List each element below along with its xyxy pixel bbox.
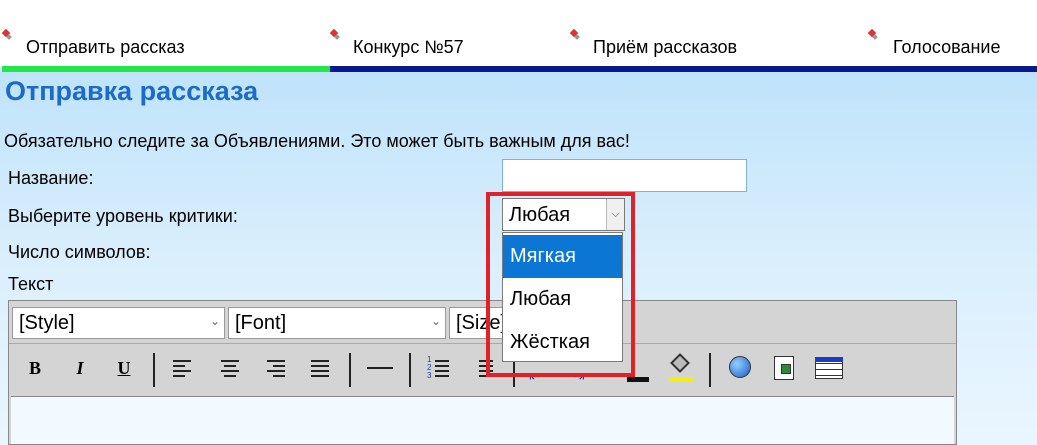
criticism-option-any[interactable]: Любая <box>503 278 622 321</box>
style-combo-value: [Style] <box>19 312 75 334</box>
font-color-button[interactable] <box>621 353 651 383</box>
image-icon-graphic <box>781 364 791 374</box>
nav-item-label: Голосование <box>893 37 1001 57</box>
chevron-down-icon: ⌄ <box>209 314 220 328</box>
underline-button[interactable]: U <box>109 353 139 383</box>
justify-button[interactable] <box>305 353 335 383</box>
align-right-icon <box>267 360 285 380</box>
nav-item-submit-story[interactable]: Отправить рассказ <box>1 28 330 68</box>
chevron-down-icon[interactable]: ⌵ <box>606 199 624 230</box>
align-center-button[interactable] <box>215 353 245 383</box>
criticism-option-soft[interactable]: Мягкая <box>503 235 622 278</box>
style-combo[interactable]: [Style] ⌄ <box>12 307 225 339</box>
table-icon-header <box>815 357 843 362</box>
bullet-icon <box>569 28 580 42</box>
insert-image-button[interactable] <box>769 353 799 383</box>
editor-text-area[interactable] <box>11 396 954 444</box>
unordered-list-button[interactable] <box>469 353 499 383</box>
text-label: Текст <box>8 274 54 294</box>
top-navigation: Отправить рассказ Конкурс №57 Приём расс… <box>0 0 1037 72</box>
nav-item-contest[interactable]: Конкурс №57 <box>329 28 570 68</box>
name-label: Название: <box>8 168 94 188</box>
page-title: Отправка рассказа <box>5 76 259 106</box>
align-center-icon <box>221 360 239 380</box>
toolbar-separator <box>709 353 711 387</box>
bold-button[interactable]: B <box>20 353 50 383</box>
ordered-list-button[interactable]: 123 <box>425 353 455 383</box>
horizontal-rule-button[interactable] <box>365 353 395 383</box>
font-color-icon <box>627 377 649 382</box>
toolbar-separator <box>349 353 351 387</box>
toolbar-divider <box>9 343 956 344</box>
nav-item-label: Конкурс №57 <box>353 37 464 57</box>
indent-icon: ⇥ <box>573 368 585 384</box>
criticism-select[interactable]: Любая ⌵ <box>502 198 625 231</box>
unordered-list-icon <box>479 360 497 380</box>
bullet-icon <box>329 28 340 42</box>
nav-item-voting[interactable]: Голосование <box>867 28 1037 68</box>
font-combo[interactable]: [Font] ⌄ <box>228 307 446 339</box>
insert-table-button[interactable] <box>813 353 843 383</box>
bullet-icon <box>867 28 878 42</box>
highlight-color-swatch-icon <box>669 377 693 382</box>
outdent-icon: ⇤ <box>529 368 541 384</box>
globe-link-icon <box>729 356 751 378</box>
notice-text: Обязательно следите за Объявлениями. Это… <box>4 131 630 151</box>
font-combo-value: [Font] <box>235 312 287 334</box>
criticism-selected-value: Любая <box>509 204 571 226</box>
char-count-label: Число символов: <box>8 242 151 262</box>
criticism-label: Выберите уровень критики: <box>8 206 238 226</box>
nav-item-label: Приём рассказов <box>593 37 738 57</box>
insert-link-button[interactable] <box>725 353 755 383</box>
nav-item-submissions[interactable]: Приём рассказов <box>569 28 867 68</box>
ordered-list-numbers-icon: 123 <box>427 355 432 380</box>
chevron-down-icon: ⌄ <box>430 314 441 328</box>
criticism-option-harsh[interactable]: Жёсткая <box>503 321 622 364</box>
italic-button[interactable]: I <box>65 353 95 383</box>
align-right-button[interactable] <box>261 353 291 383</box>
justify-icon <box>311 360 329 380</box>
align-left-button[interactable] <box>167 353 197 383</box>
ordered-list-icon <box>435 360 453 380</box>
nav-active-indicator <box>2 66 330 72</box>
highlight-color-button[interactable] <box>665 353 695 383</box>
toolbar-separator <box>153 353 155 387</box>
align-left-icon <box>173 360 191 380</box>
nav-item-label: Отправить рассказ <box>26 37 185 57</box>
name-input[interactable] <box>502 159 747 192</box>
size-combo-value: [Size] <box>456 312 507 334</box>
nav-bar <box>330 66 1037 72</box>
bullet-icon <box>1 28 12 42</box>
rich-text-editor: [Style] ⌄ [Font] ⌄ [Size] B I U 123 ⇤ ⇥ <box>8 300 957 445</box>
horizontal-rule-icon <box>367 367 393 369</box>
toolbar-separator <box>409 353 411 387</box>
paint-bucket-icon <box>670 353 690 373</box>
criticism-options-list: Мягкая Любая Жёсткая <box>502 232 623 362</box>
